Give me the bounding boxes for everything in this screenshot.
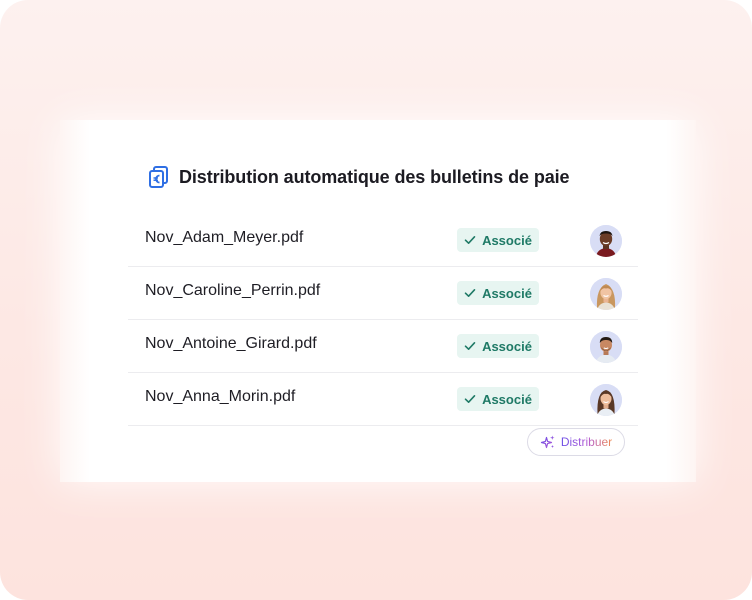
status-label: Associé <box>482 391 532 407</box>
avatar <box>590 331 622 363</box>
file-name: Nov_Anna_Morin.pdf <box>145 388 296 405</box>
sparkle-icon <box>540 434 556 450</box>
card-header: Distribution automatique des bulletins d… <box>148 163 570 191</box>
file-name: Nov_Adam_Meyer.pdf <box>145 229 304 246</box>
distribute-button-label: Distribuer <box>560 435 613 449</box>
check-icon <box>464 287 476 299</box>
status-badge: Associé <box>457 334 539 358</box>
status-badge: Associé <box>457 281 539 305</box>
avatar <box>590 278 622 310</box>
status-badge: Associé <box>457 228 539 252</box>
status-badge: Associé <box>457 387 539 411</box>
list-item[interactable]: Nov_Caroline_Perrin.pdf Associé <box>128 267 638 320</box>
avatar <box>590 384 622 416</box>
list-item[interactable]: Nov_Adam_Meyer.pdf Associé <box>128 214 638 267</box>
list-item[interactable]: Nov_Antoine_Girard.pdf Associé <box>128 320 638 373</box>
status-label: Associé <box>482 285 532 301</box>
distribute-button[interactable]: Distribuer <box>527 428 625 456</box>
file-name: Nov_Antoine_Girard.pdf <box>145 335 317 352</box>
avatar <box>590 225 622 257</box>
check-icon <box>464 393 476 405</box>
check-icon <box>464 340 476 352</box>
list-item[interactable]: Nov_Anna_Morin.pdf Associé <box>128 373 638 426</box>
check-icon <box>464 234 476 246</box>
status-label: Associé <box>482 232 532 248</box>
payslip-list: Nov_Adam_Meyer.pdf Associé Nov_Caroline_… <box>128 214 638 426</box>
document-euro-icon <box>148 165 170 189</box>
status-label: Associé <box>482 338 532 354</box>
file-name: Nov_Caroline_Perrin.pdf <box>145 282 321 299</box>
card-title: Distribution automatique des bulletins d… <box>179 166 570 187</box>
